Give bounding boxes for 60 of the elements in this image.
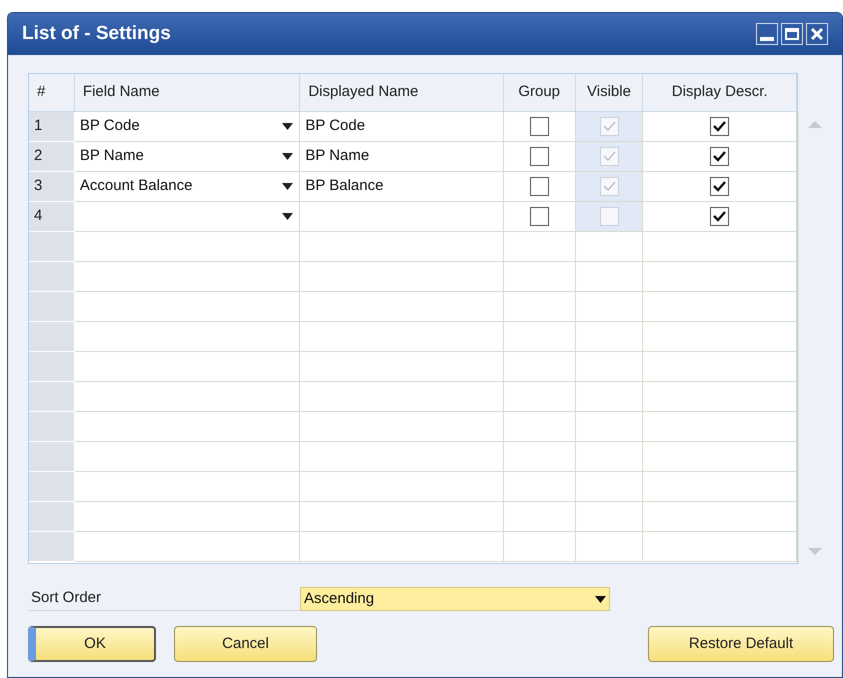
row-header[interactable]: 4 [29,202,75,232]
checkbox[interactable] [530,147,549,166]
checkbox[interactable] [710,117,730,136]
checkbox[interactable] [710,147,730,166]
check-icon [602,121,616,132]
maximize-icon [785,28,799,40]
minimize-button[interactable] [756,23,778,45]
checkbox[interactable] [710,177,730,196]
dropdown-arrow-icon[interactable] [282,183,294,190]
table-cell [576,292,644,322]
row-number: 3 [34,176,42,196]
table-cell [576,442,644,472]
column-header[interactable]: Displayed Name [300,74,504,112]
field-name-text: BP Code [80,116,140,136]
table-cell [576,532,644,562]
maximize-button[interactable] [781,23,803,45]
check-icon [713,151,726,162]
dropdown-arrow-icon[interactable] [282,213,294,220]
table-cell [576,382,644,412]
field-name-text: BP Name [80,146,144,166]
table-cell [576,472,644,502]
checkbox[interactable] [530,177,549,196]
column-header[interactable]: Group [504,74,576,112]
check-icon [602,151,616,162]
checkbox[interactable] [710,207,730,226]
checkbox[interactable] [530,117,549,136]
checkbox[interactable] [530,207,549,226]
row-number: 1 [34,116,42,136]
row-header[interactable]: 3 [29,172,75,202]
close-button[interactable] [806,23,828,45]
row-header[interactable]: 2 [29,142,75,172]
field-name-text: Account Balance [80,176,192,196]
table-cell [576,322,644,352]
row-number: 4 [34,206,42,226]
check-icon [602,181,616,192]
row-number: 2 [34,146,42,166]
dropdown-arrow-icon[interactable] [282,153,294,160]
window-title: List of - Settings [22,22,171,46]
displayed-name-text: BP Balance [305,176,384,196]
check-icon [713,121,726,132]
displayed-name-text: BP Name [305,146,370,166]
minimize-icon [760,37,774,41]
table-cell [576,412,644,442]
row-header[interactable]: 1 [29,112,75,142]
close-icon [811,28,823,40]
table-cell [576,502,644,532]
cancel-button[interactable]: Cancel [174,626,317,662]
dropdown-arrow-icon[interactable] [282,123,294,130]
ok-button[interactable]: OK [28,626,156,662]
restore-default-button[interactable]: Restore Default [648,626,834,662]
column-header[interactable]: Display Descr. [643,74,797,112]
check-icon [713,181,726,192]
dropdown-arrow-icon [595,596,606,602]
displayed-name-text: BP Code [305,116,366,136]
table-cell [576,352,644,382]
sort-order-dropdown[interactable]: Ascending [300,587,610,611]
column-header[interactable]: Field Name [74,74,300,112]
check-icon [713,211,726,222]
table-cell [576,262,644,292]
sort-order-label: Sort Order [28,587,300,611]
